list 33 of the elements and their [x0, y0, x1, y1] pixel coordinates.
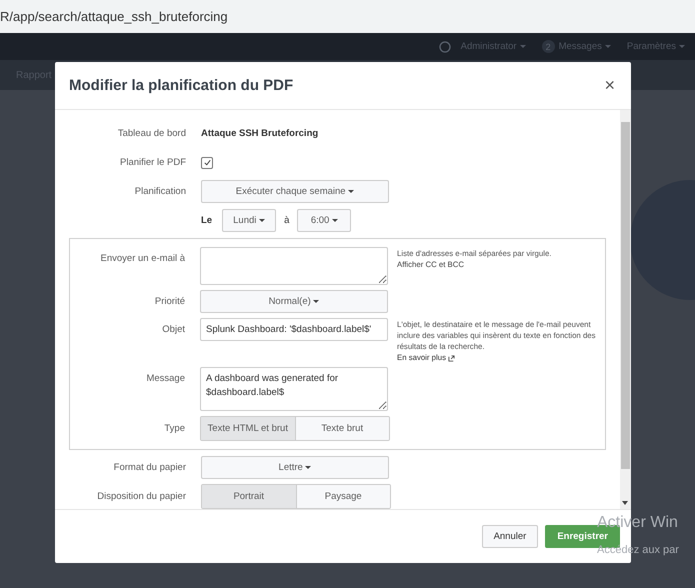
layout-option[interactable]: Paysage [296, 485, 390, 508]
type-option[interactable]: Texte HTML et brut [201, 416, 294, 440]
schedule-dropdown[interactable]: Exécuter chaque semaine [201, 180, 389, 203]
field-label: Format du papier [112, 462, 187, 473]
field-label: Objet [161, 323, 186, 335]
type-option[interactable]: Texte brut [294, 416, 389, 440]
layout-option[interactable]: Portrait [202, 485, 296, 508]
time-dropdown[interactable]: 6:00 [297, 209, 352, 232]
priority-dropdown[interactable]: Normal(e) [200, 290, 388, 313]
day-dropdown[interactable]: Lundi [222, 209, 276, 232]
dialog-title: Modifier la planification du PDF [69, 77, 294, 94]
field-label: Priorité [154, 296, 186, 307]
subject-field[interactable]: Splunk Dashboard: '$dashboard.label$' [200, 318, 388, 341]
field-label: Planifier le PDF [119, 157, 187, 168]
field-label: Message [145, 372, 186, 384]
field-label: Envoyer un e-mail à [100, 252, 186, 264]
field-label: Planification [134, 186, 187, 197]
field-label: Disposition du papier [96, 491, 187, 502]
paper-size-dropdown[interactable]: Lettre [201, 456, 389, 479]
dashboard-name: Attaque SSH Bruteforcing [201, 128, 318, 139]
message-field[interactable]: A dashboard was generated for $dashboard.label$ [200, 366, 388, 411]
scrollbar[interactable] [620, 110, 631, 509]
external-link-icon [448, 354, 455, 362]
check-icon [202, 158, 212, 167]
time-label: à [284, 215, 290, 226]
url-text[interactable]: R/app/search/attaque_ssh_bruteforcing [0, 9, 228, 24]
field-label: Type [163, 422, 186, 434]
schedule-checkbox[interactable] [201, 156, 213, 168]
day-label: Le [201, 215, 212, 226]
field-label: Tableau de bord [116, 128, 187, 139]
email-to-field[interactable] [200, 247, 388, 285]
close-button[interactable]: × [602, 75, 617, 96]
cancel-button[interactable]: Annuler [482, 525, 538, 548]
